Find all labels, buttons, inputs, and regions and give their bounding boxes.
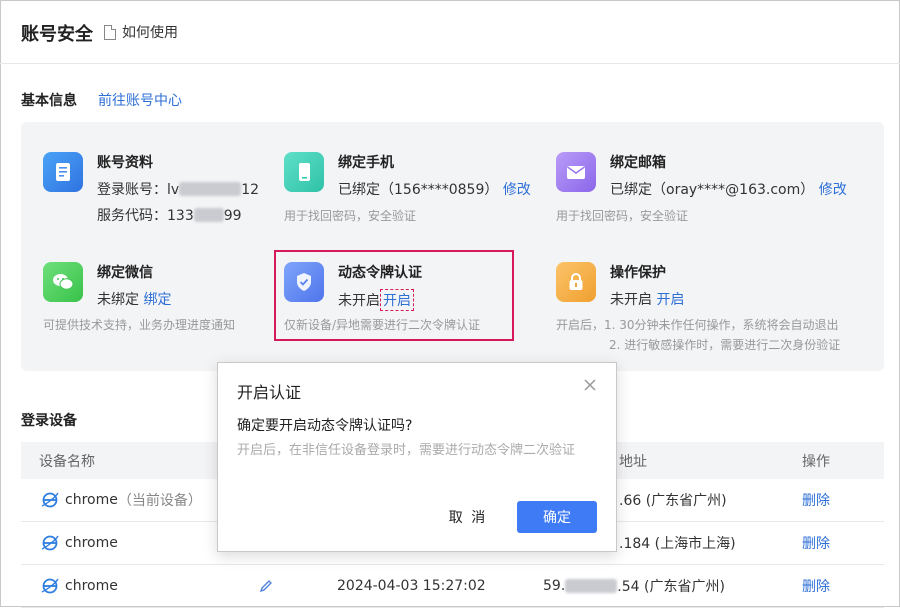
col-device-name: 设备名称 [39,453,95,470]
mail-icon [556,152,596,192]
email-status-line: 已绑定（oray****@163.com） 修改 [610,179,847,199]
redacted-blur [565,579,618,593]
howto-link[interactable]: 如何使用 [104,22,178,42]
device-cell: chrome （当前设备） [41,479,202,521]
ip-address: .54 (广东省广州) [617,579,725,595]
card-profile-title: 账号资料 [97,155,153,171]
lock-icon [556,262,596,302]
login-account-suffix: 12 [241,182,260,198]
col-ops: 操作 [802,453,830,470]
enable-auth-dialog: 开启认证 确定要开启动态令牌认证吗? 开启后，在非信任设备登录时，需要进行动态令… [217,362,617,552]
pencil-icon[interactable] [259,579,273,593]
device-cell: chrome [41,522,118,564]
ip-address: .66 (广东省广州) [619,493,727,509]
goto-account-center-link[interactable]: 前往账号中心 [98,90,182,110]
ip-address: .184 (上海市上海) [619,536,736,552]
phone-icon [284,152,324,192]
card-wechat: 绑定微信 未绑定 绑定 可提供技术支持，业务办理进度通知 [43,262,283,342]
email-hint: 用于找回密码，安全验证 [556,209,689,223]
browser-icon [41,492,59,508]
dialog-title: 开启认证 [237,383,302,402]
page-title: 账号安全 [21,24,93,45]
login-account-line: 登录账号：lv 12 [97,179,259,199]
wechat-icon [43,262,83,302]
protect-status-line: 未开启 开启 [610,289,684,309]
cancel-button[interactable]: 取 消 [438,501,498,533]
ip-prefix: 59. [543,578,566,594]
wechat-bind-link[interactable]: 绑定 [143,292,171,308]
close-icon[interactable] [582,377,598,393]
phone-value: （156****0859） [380,182,499,198]
login-time: 2024-04-03 15:27:02 [337,578,486,594]
phone-status: 已绑定 [338,182,380,198]
service-code-suffix: 99 [223,208,242,224]
browser-icon [41,535,59,551]
protect-enable-link[interactable]: 开启 [656,292,684,308]
wechat-status-line: 未绑定 绑定 [97,289,171,309]
device-name: chrome [65,492,118,508]
protect-status: 未开启 [610,292,652,308]
current-device-note: （当前设备） [117,493,202,509]
phone-hint: 用于找回密码，安全验证 [284,209,417,223]
wechat-hint: 可提供技术支持，业务办理进度通知 [43,318,236,332]
service-code-prefix: 133 [167,208,194,224]
page-header: 账号安全 如何使用 [0,0,900,64]
phone-modify-link[interactable]: 修改 [503,182,531,198]
devices-title: 登录设备 [21,413,77,429]
email-modify-link[interactable]: 修改 [819,182,847,198]
card-wechat-title: 绑定微信 [97,265,153,281]
delete-link[interactable]: 删除 [802,479,830,521]
card-profile: 账号资料 登录账号：lv 12 服务代码：133 99 [43,152,283,232]
edit-cell [259,565,273,607]
ip-cell: .66 (广东省广州) [619,479,727,521]
login-account-label: 登录账号： [97,182,167,198]
redacted-blur [179,182,242,196]
col-address: 地址 [619,453,647,470]
ip-cell: .184 (上海市上海) [619,522,736,564]
table-row: chrome 2024-04-03 15:27:02 59. .54 (广东省广州… [21,565,884,608]
card-email-title: 绑定邮箱 [610,155,666,171]
basic-info-title: 基本信息 [21,93,77,109]
service-code-label: 服务代码： [97,208,167,224]
card-protect-title: 操作保护 [610,265,666,281]
email-status: 已绑定 [610,182,652,198]
dialog-description: 开启后，在非信任设备登录时，需要进行动态令牌二次验证 [237,443,576,458]
device-name: chrome [65,535,118,551]
confirm-button[interactable]: 确定 [517,501,597,533]
profile-icon [43,152,83,192]
redacted-blur [193,208,224,222]
card-phone-title: 绑定手机 [338,155,394,171]
delete-link[interactable]: 删除 [802,565,830,607]
delete-link[interactable]: 删除 [802,522,830,564]
browser-icon [41,578,59,594]
phone-status-line: 已绑定（156****0859） 修改 [338,179,531,199]
dialog-question: 确定要开启动态令牌认证吗? [237,418,413,434]
wechat-status: 未绑定 [97,292,139,308]
ip-cell: 59. .54 (广东省广州) [543,565,725,607]
card-email: 绑定邮箱 已绑定（oray****@163.com） 修改 用于找回密码，安全验… [556,152,876,232]
card-protect: 操作保护 未开启 开启 开启后，1. 30分钟未作任何操作，系统将会自动退出 2… [556,262,876,352]
card-phone: 绑定手机 已绑定（156****0859） 修改 用于找回密码，安全验证 [284,152,544,232]
protect-hint-1: 开启后，1. 30分钟未作任何操作，系统将会自动退出 [556,318,839,332]
login-account-prefix: lv [167,182,180,198]
email-value: （oray****@163.com） [652,182,815,198]
protect-hint-2: 2. 进行敏感操作时，需要进行二次身份验证 [609,338,841,352]
service-code-line: 服务代码：133 99 [97,205,242,225]
document-icon [104,24,116,40]
otp-highlight-frame [274,250,514,341]
device-cell: chrome [41,565,118,607]
device-name: chrome [65,578,118,594]
howto-label: 如何使用 [122,25,178,41]
